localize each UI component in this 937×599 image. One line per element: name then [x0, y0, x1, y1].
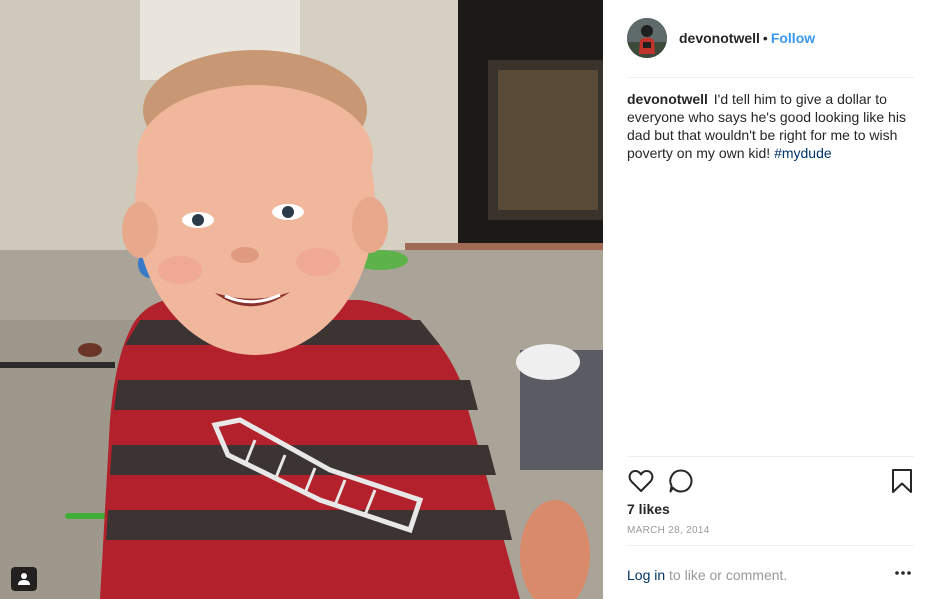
- post-caption: devonotwell I'd tell him to give a dolla…: [627, 90, 914, 162]
- separator-dot: •: [762, 30, 768, 46]
- person-icon: [18, 573, 30, 585]
- heart-outline-icon: [628, 469, 654, 492]
- save-button[interactable]: [888, 467, 916, 495]
- action-bar: [627, 456, 914, 506]
- user-tag-button[interactable]: [11, 567, 37, 591]
- post-header: devonotwell • Follow: [627, 18, 914, 78]
- instagram-post: devonotwell • Follow devonotwell I'd tell …: [0, 0, 937, 599]
- login-prompt-text: to like or comment.: [669, 567, 788, 583]
- follow-button[interactable]: Follow: [771, 30, 815, 46]
- post-photo[interactable]: [0, 0, 603, 599]
- hashtag-link[interactable]: #mydude: [774, 145, 832, 161]
- more-options-button[interactable]: [894, 566, 912, 580]
- speech-bubble-icon: [669, 469, 693, 493]
- post-date[interactable]: MARCH 28, 2014: [627, 525, 710, 536]
- avatar[interactable]: [627, 18, 667, 58]
- like-count[interactable]: 7 likes: [627, 501, 670, 517]
- baby-photo-illustration: [0, 0, 603, 599]
- post-sidebar: devonotwell • Follow devonotwell I'd tell …: [603, 0, 937, 599]
- ellipsis-icon: [895, 571, 911, 575]
- login-prompt: Log in to like or comment.: [627, 567, 787, 583]
- login-link[interactable]: Log in: [627, 567, 665, 583]
- header-username-link[interactable]: devonotwell: [679, 30, 760, 46]
- comment-button[interactable]: [667, 467, 695, 495]
- caption-username-link[interactable]: devonotwell: [627, 91, 708, 107]
- comment-bar: Log in to like or comment.: [627, 545, 914, 599]
- avatar-image: [627, 18, 667, 58]
- bookmark-icon: [892, 469, 912, 493]
- like-button[interactable]: [627, 467, 655, 495]
